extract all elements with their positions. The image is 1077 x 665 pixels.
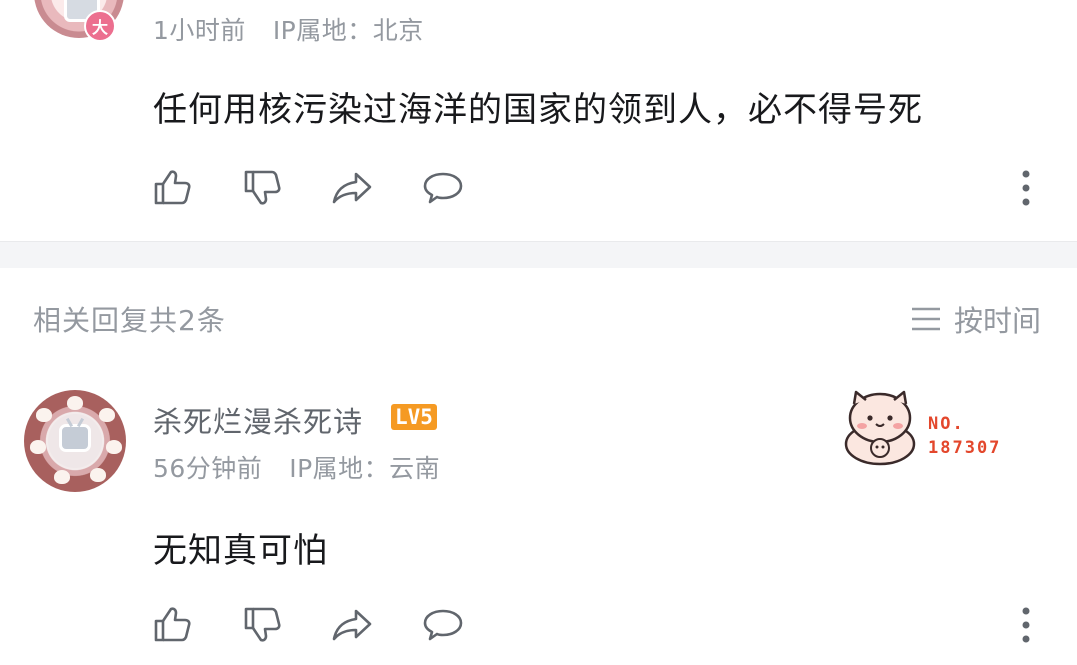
tv-icon: [59, 424, 91, 452]
level-badge: LV5: [391, 404, 437, 430]
more-vertical-icon: [1022, 170, 1030, 206]
comment-icon: [423, 609, 463, 641]
dislike-button[interactable]: [240, 602, 286, 648]
fan-number-value: 187307: [928, 438, 1002, 458]
vip-badge: 大: [84, 10, 116, 42]
cat-mascot-icon: [844, 390, 916, 466]
menu-lines-icon: [912, 307, 940, 331]
fan-number: NO. 187307: [928, 412, 1001, 460]
like-button[interactable]: [150, 602, 196, 648]
sort-toggle[interactable]: 按时间: [911, 301, 1042, 338]
comment-ip: IP属地：云南: [289, 454, 441, 483]
frame-cat-decoration: [36, 408, 52, 422]
fan-badge[interactable]: NO. 187307: [832, 378, 1022, 474]
thumbs-up-icon: [154, 170, 191, 205]
thumbs-down-icon: [244, 170, 281, 205]
fan-number-prefix: NO.: [928, 414, 965, 434]
comment-time: 56分钟前: [153, 454, 263, 483]
comment-ip: IP属地：北京: [272, 16, 424, 45]
frame-cat-decoration: [99, 408, 115, 422]
like-button[interactable]: [150, 165, 196, 211]
username[interactable]: 杀死烂漫杀死诗: [153, 399, 363, 441]
sort-label: 按时间: [954, 304, 1042, 338]
reply-button[interactable]: [420, 165, 466, 211]
frame-cat-decoration: [106, 440, 122, 454]
more-vertical-icon: [1022, 607, 1030, 643]
share-button[interactable]: [330, 165, 376, 211]
share-icon: [332, 609, 372, 641]
share-icon: [332, 172, 372, 204]
frame-cat-decoration: [67, 396, 83, 410]
comment-text: 任何用核污染过海洋的国家的领到人，必不得号死: [153, 90, 923, 130]
thumbs-down-icon: [244, 607, 281, 642]
comment-time: 1小时前: [153, 16, 246, 45]
avatar[interactable]: [24, 390, 126, 492]
section-divider: [0, 241, 1077, 268]
share-button[interactable]: [330, 602, 376, 648]
comment-icon: [423, 172, 463, 204]
more-button[interactable]: [1018, 605, 1034, 645]
comment-text: 无知真可怕: [153, 531, 328, 571]
comment-meta: 56分钟前 IP属地：云南: [153, 449, 440, 485]
reply-button[interactable]: [420, 602, 466, 648]
frame-cat-decoration: [90, 468, 106, 482]
more-button[interactable]: [1018, 168, 1034, 208]
frame-cat-decoration: [54, 470, 70, 484]
replies-count-title: 相关回复共2条: [33, 304, 226, 337]
thumbs-up-icon: [154, 607, 191, 642]
dislike-button[interactable]: [240, 165, 286, 211]
frame-cat-decoration: [30, 440, 46, 454]
comment-meta: 1小时前 IP属地：北京: [153, 11, 424, 47]
